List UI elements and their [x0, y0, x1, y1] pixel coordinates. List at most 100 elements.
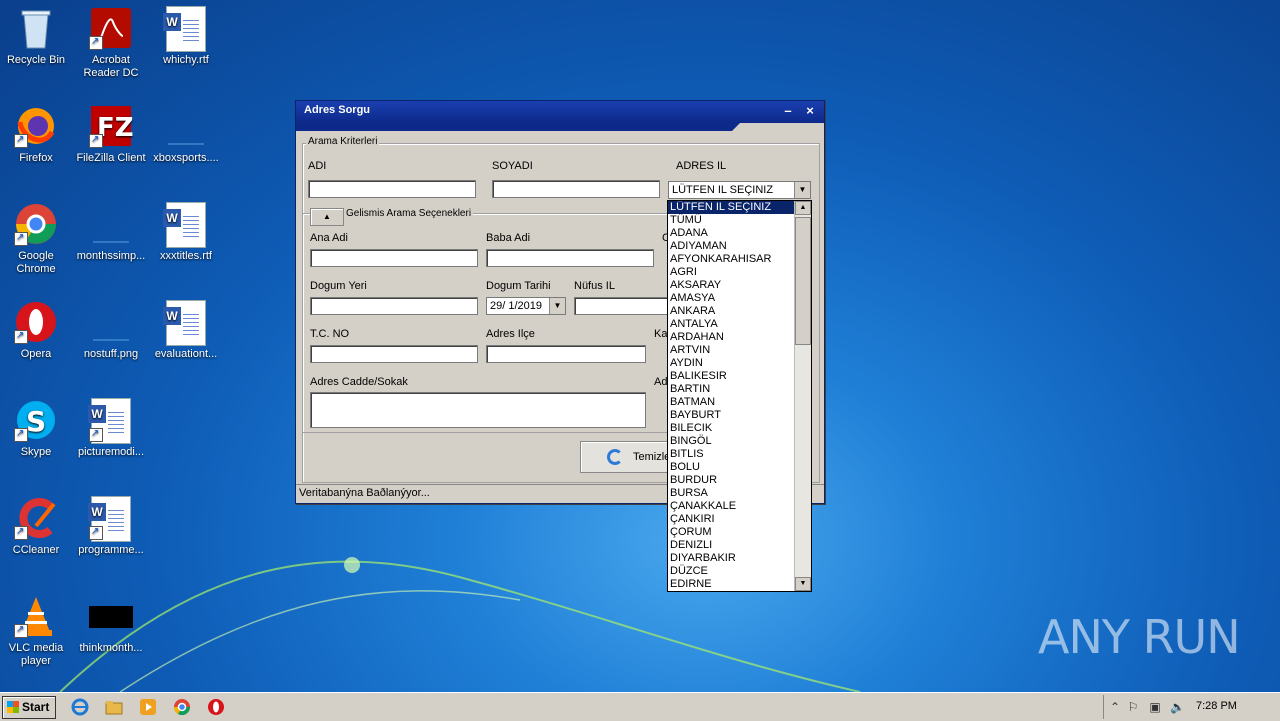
dropdown-option[interactable]: BINGÖL — [668, 435, 794, 448]
adi-input[interactable] — [308, 180, 476, 198]
dropdown-option[interactable]: AYDIN — [668, 357, 794, 370]
clock[interactable]: 7:28 PM — [1196, 700, 1237, 712]
desktop-icon-word-doc[interactable]: Wevaluationt... — [148, 300, 224, 361]
dropdown-option[interactable]: LÜTFEN IL SEÇINIZ — [668, 201, 794, 214]
explorer-icon[interactable] — [104, 697, 124, 717]
desktop-icon-black-thumbnail[interactable]: thinkmonth... — [73, 594, 149, 655]
dropdown-option[interactable]: DENIZLI — [668, 539, 794, 552]
desktop-icon-blank-file[interactable]: nostuff.png — [73, 300, 149, 361]
collapse-advanced-button[interactable]: ▲ — [310, 208, 344, 226]
dropdown-arrow-icon[interactable]: ▼ — [794, 182, 810, 198]
dogum-yeri-input[interactable] — [310, 297, 478, 315]
dropdown-option[interactable]: BOLU — [668, 461, 794, 474]
status-text: Veritabanýna Baðlanýyor... — [299, 487, 430, 499]
desktop-icon-word-doc[interactable]: Wprogramme... — [73, 496, 149, 557]
desktop-icon-recycle-bin[interactable]: Recycle Bin — [0, 6, 74, 67]
il-dropdown-list[interactable]: LÜTFEN IL SEÇINIZ TÜMÜ ADANA ADIYAMAN AFYONK… — [667, 200, 812, 592]
scroll-up-icon[interactable]: ▲ — [795, 201, 811, 215]
dropdown-option[interactable]: AFYONKARAHISAR — [668, 253, 794, 266]
dropdown-option[interactable]: ÇANAKKALE — [668, 500, 794, 513]
dropdown-option[interactable]: ARDAHAN — [668, 331, 794, 344]
soyadi-label: SOYADI — [492, 160, 533, 172]
desktop-icon-label: xxxtitles.rtf — [160, 250, 212, 262]
desktop-icon-word-doc[interactable]: Wwhichy.rtf — [148, 6, 224, 67]
tc-no-input[interactable] — [310, 345, 478, 363]
dogum-tarihi-picker[interactable]: 29/ 1/2019 ▼ — [486, 297, 566, 315]
desktop-icon-label: thinkmonth... — [79, 642, 143, 654]
volume-icon[interactable]: 🔈 — [1170, 700, 1185, 714]
nufus-il-input[interactable] — [574, 297, 668, 315]
shortcut-arrow-icon — [14, 133, 28, 148]
desktop-icon-word-doc[interactable]: Wxxxtitles.rtf — [148, 202, 224, 263]
dropdown-option[interactable]: ANKARA — [668, 305, 794, 318]
desktop-icon-word-doc[interactable]: Wpicturemodi... — [73, 398, 149, 459]
adres-cadde-input[interactable] — [310, 392, 646, 428]
desktop-icon-vlc[interactable]: VLC media player — [0, 594, 74, 668]
opera-taskbar-icon[interactable] — [206, 697, 226, 717]
dropdown-option[interactable]: BARTIN — [668, 383, 794, 396]
scroll-thumb[interactable] — [795, 217, 811, 345]
dropdown-option[interactable]: TÜMÜ — [668, 214, 794, 227]
word-doc-icon: W — [163, 6, 208, 52]
soyadi-input[interactable] — [492, 180, 660, 198]
word-doc-icon: W — [163, 202, 208, 248]
desktop-icon-opera[interactable]: Opera — [0, 300, 74, 361]
dogum-tarihi-value: 29/ 1/2019 — [490, 300, 542, 312]
desktop-icon-label: VLC media player — [8, 642, 64, 667]
dropdown-scrollbar[interactable]: ▲ ▼ — [794, 201, 811, 591]
desktop-icon-chrome[interactable]: Google Chrome — [0, 202, 74, 276]
dropdown-option[interactable]: BITLIS — [668, 448, 794, 461]
desktop-icon-filezilla[interactable]: FZ FileZilla Client — [73, 104, 149, 165]
ie-icon[interactable] — [70, 697, 90, 717]
action-center-flag-icon[interactable]: ⚐ — [1126, 700, 1140, 714]
dropdown-option[interactable]: BURSA — [668, 487, 794, 500]
dropdown-option[interactable]: AKSARAY — [668, 279, 794, 292]
dropdown-option[interactable]: ÇORUM — [668, 526, 794, 539]
baba-adi-input[interactable] — [486, 249, 654, 267]
desktop-icon-firefox[interactable]: Firefox — [0, 104, 74, 165]
dropdown-option[interactable]: ADIYAMAN — [668, 240, 794, 253]
shortcut-arrow-icon — [14, 623, 28, 638]
dropdown-option[interactable]: ARTVIN — [668, 344, 794, 357]
chrome-taskbar-icon[interactable] — [172, 697, 192, 717]
minimize-button[interactable]: – — [780, 103, 796, 119]
start-button[interactable]: Start — [2, 696, 56, 719]
dropdown-option[interactable]: ADANA — [668, 227, 794, 240]
show-hidden-icons-icon[interactable]: ⌃ — [1108, 700, 1122, 714]
dropdown-option[interactable]: BILECIK — [668, 422, 794, 435]
ka-label: Ka — [654, 328, 668, 340]
title-bar[interactable]: Adres Sorgu – × — [296, 101, 824, 123]
dropdown-option[interactable]: BALIKESIR — [668, 370, 794, 383]
dropdown-option[interactable]: ÇANKIRI — [668, 513, 794, 526]
dropdown-option[interactable]: DÜZCE — [668, 565, 794, 578]
desktop-icon-acrobat[interactable]: Acrobat Reader DC — [73, 6, 149, 80]
word-doc-icon: W — [163, 300, 208, 346]
desktop-icon-label: FileZilla Client — [76, 152, 146, 164]
adi-label: ADI — [308, 160, 327, 172]
dropdown-option[interactable]: BATMAN — [668, 396, 794, 409]
desktop-icon-skype[interactable]: S Skype — [0, 398, 74, 459]
shortcut-arrow-icon — [89, 133, 103, 148]
dropdown-option[interactable]: BURDUR — [668, 474, 794, 487]
desktop-icon-label: Firefox — [19, 152, 53, 164]
desktop-icon-blank-file[interactable]: monthssimp... — [73, 202, 149, 263]
dropdown-option[interactable]: DIYARBAKIR — [668, 552, 794, 565]
adres-ilce-input[interactable] — [486, 345, 646, 363]
dropdown-option[interactable]: EDIRNE — [668, 578, 794, 591]
close-button[interactable]: × — [802, 103, 818, 119]
dropdown-option[interactable]: AMASYA — [668, 292, 794, 305]
desktop-icon-ccleaner[interactable]: CCleaner — [0, 496, 74, 557]
adres-il-select[interactable]: LÜTFEN IL SEÇINIZ ▼ — [668, 181, 811, 199]
ana-adi-input[interactable] — [310, 249, 478, 267]
baba-adi-label: Baba Adi — [486, 232, 531, 244]
media-player-icon[interactable] — [138, 697, 158, 717]
calendar-dropdown-icon[interactable]: ▼ — [549, 298, 565, 314]
dropdown-option[interactable]: AGRI — [668, 266, 794, 279]
desktop-icon-blank-file[interactable]: xboxsports.... — [148, 104, 224, 165]
network-icon[interactable]: ▣ — [1148, 700, 1162, 714]
dropdown-option[interactable]: ANTALYA — [668, 318, 794, 331]
dropdown-option[interactable]: BAYBURT — [668, 409, 794, 422]
vlc-icon — [14, 594, 58, 638]
scroll-down-icon[interactable]: ▼ — [795, 577, 811, 591]
blank-file-icon — [89, 300, 133, 344]
